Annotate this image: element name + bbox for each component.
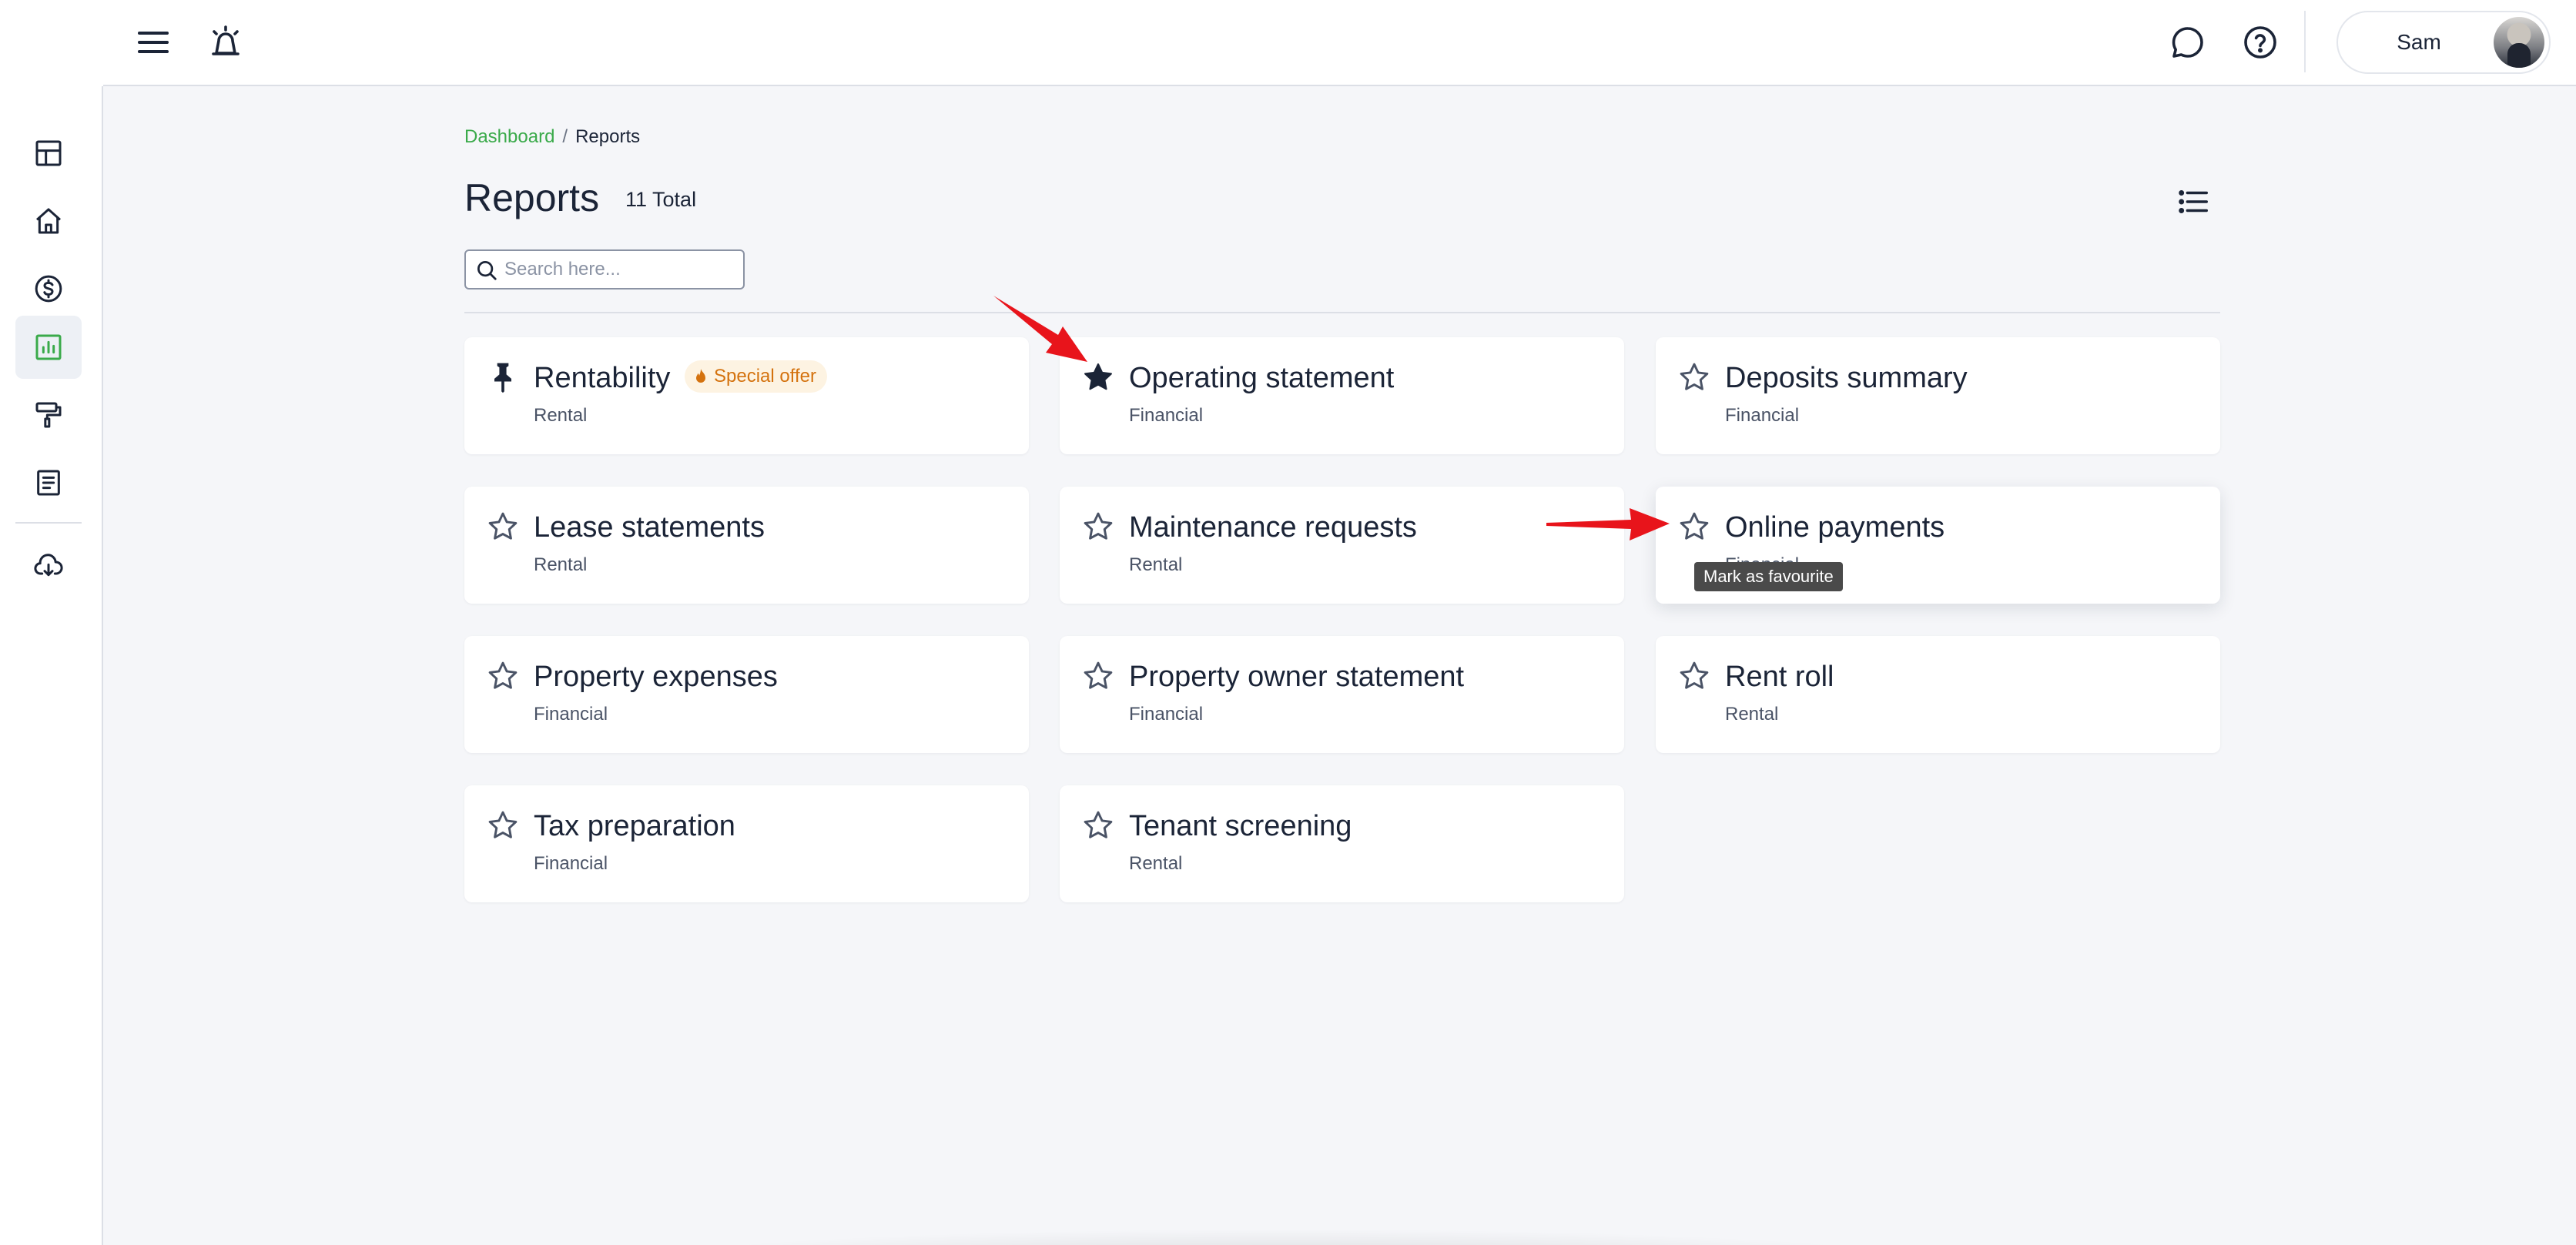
- report-title: Operating statement: [1129, 362, 1395, 394]
- star-outline-icon[interactable]: [486, 510, 520, 544]
- report-title: Online payments: [1725, 511, 1945, 544]
- report-card[interactable]: Rent roll Rental: [1656, 636, 2220, 753]
- dashboard-grid-icon: [35, 140, 62, 166]
- avatar: [2494, 17, 2544, 68]
- sidebar: [0, 86, 103, 1245]
- hamburger-menu-icon[interactable]: [129, 18, 177, 66]
- sidebar-divider: [15, 522, 82, 524]
- report-title: Tax preparation: [534, 810, 735, 842]
- breadcrumb-current: Reports: [575, 126, 641, 147]
- star-outline-icon[interactable]: [1677, 659, 1711, 693]
- cloud-download-icon: [34, 554, 63, 577]
- star-outline-icon[interactable]: [486, 659, 520, 693]
- sidebar-item-download[interactable]: [15, 534, 82, 597]
- top-bar: Sam: [0, 0, 2576, 86]
- total-count: 11 Total: [625, 188, 697, 211]
- sidebar-item-maintenance[interactable]: [15, 383, 82, 447]
- pin-icon[interactable]: [486, 360, 520, 394]
- report-card[interactable]: Lease statements Rental: [464, 487, 1029, 604]
- report-title: Rentability: [534, 362, 671, 394]
- report-card[interactable]: Operating statement Financial: [1060, 337, 1624, 454]
- report-card[interactable]: Property owner statement Financial: [1060, 636, 1624, 753]
- search-box: [464, 249, 745, 289]
- star-outline-icon[interactable]: [1677, 510, 1711, 544]
- paint-roller-icon: [35, 402, 62, 428]
- report-card[interactable]: Rentability Rental Special offer: [464, 337, 1029, 454]
- user-menu-button[interactable]: Sam: [2336, 11, 2551, 74]
- search-input[interactable]: [504, 256, 735, 283]
- sidebar-item-reports[interactable]: [15, 316, 82, 379]
- sidebar-item-dashboard[interactable]: [15, 122, 82, 185]
- report-card[interactable]: Deposits summary Financial: [1656, 337, 2220, 454]
- tooltip: Mark as favourite: [1694, 562, 1843, 591]
- star-outline-icon[interactable]: [1081, 808, 1115, 842]
- report-category: Rental: [534, 405, 588, 426]
- page-title: Reports: [464, 176, 600, 219]
- report-category: Rental: [1129, 554, 1183, 575]
- report-card[interactable]: Property expenses Financial: [464, 636, 1029, 753]
- report-category: Rental: [1725, 704, 1779, 725]
- report-category: Financial: [1725, 405, 1800, 426]
- search-icon: [477, 261, 497, 280]
- report-title: Property owner statement: [1129, 661, 1465, 693]
- alarm-siren-icon[interactable]: [202, 18, 250, 66]
- breadcrumb-dashboard-link[interactable]: Dashboard: [464, 126, 554, 147]
- report-category: Financial: [1129, 405, 1204, 426]
- star-outline-icon[interactable]: [1081, 510, 1115, 544]
- special-offer-badge: Special offer: [685, 360, 827, 393]
- breadcrumb-separator: /: [562, 126, 568, 147]
- star-filled-icon[interactable]: [1081, 360, 1115, 394]
- report-category: Financial: [534, 853, 608, 874]
- report-category: Rental: [1129, 853, 1183, 874]
- report-category: Financial: [534, 704, 608, 725]
- report-title: Property expenses: [534, 661, 778, 693]
- flame-icon: [694, 368, 708, 385]
- chat-icon[interactable]: [2164, 18, 2212, 66]
- breadcrumb: Dashboard / Reports: [464, 126, 640, 148]
- bar-chart-icon: [35, 334, 62, 360]
- list-view-toggle-icon[interactable]: [2172, 180, 2215, 223]
- logo-area: [0, 0, 103, 86]
- report-title: Tenant screening: [1129, 810, 1352, 842]
- star-outline-icon[interactable]: [486, 808, 520, 842]
- report-category: Financial: [1129, 704, 1204, 725]
- badge-label: Special offer: [714, 366, 816, 387]
- report-card[interactable]: Maintenance requests Rental: [1060, 487, 1624, 604]
- report-title: Deposits summary: [1725, 362, 1968, 394]
- sidebar-item-home[interactable]: [15, 189, 82, 253]
- content-divider: [464, 312, 2220, 313]
- report-title: Lease statements: [534, 511, 765, 544]
- sidebar-item-documents[interactable]: [15, 451, 82, 514]
- user-name: Sam: [2397, 30, 2441, 54]
- report-card[interactable]: Tax preparation Financial: [464, 785, 1029, 902]
- dollar-icon: [35, 275, 62, 303]
- sidebar-item-finance[interactable]: [15, 257, 82, 320]
- home-icon: [36, 208, 61, 234]
- help-icon[interactable]: [2236, 18, 2284, 66]
- report-category: Rental: [534, 554, 588, 575]
- bottom-shadow: [647, 1229, 1925, 1245]
- document-icon: [37, 470, 60, 496]
- star-outline-icon[interactable]: [1677, 360, 1711, 394]
- report-title: Rent roll: [1725, 661, 1834, 693]
- report-title: Maintenance requests: [1129, 511, 1417, 544]
- star-outline-icon[interactable]: [1081, 659, 1115, 693]
- report-card[interactable]: Tenant screening Rental: [1060, 785, 1624, 902]
- header-divider: [2304, 11, 2306, 72]
